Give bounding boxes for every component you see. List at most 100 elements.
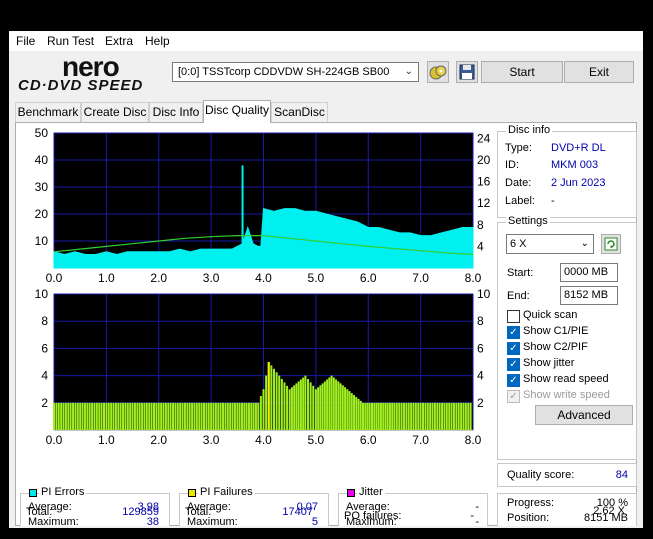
start-field[interactable]: 0000 MB bbox=[560, 263, 618, 282]
menu-bar: File Run Test Extra Help bbox=[9, 31, 643, 51]
quick-scan-checkbox[interactable] bbox=[507, 310, 520, 323]
pie-chart-y-tick: 50 bbox=[35, 126, 49, 140]
tab-disc-info[interactable]: Disc Info bbox=[149, 102, 203, 122]
pie-chart-x-tick: 3.0 bbox=[203, 271, 220, 285]
pie-chart-x-tick: 8.0 bbox=[465, 271, 482, 285]
show-read-speed-checkbox[interactable]: ✓ bbox=[507, 374, 520, 387]
po-failures-label: PO failures: bbox=[344, 510, 402, 522]
pif-chart-x-tick: 2.0 bbox=[150, 433, 167, 447]
start-label: Start: bbox=[507, 267, 534, 279]
quick-scan-label: Quick scan bbox=[523, 309, 578, 321]
position-label: Position: bbox=[507, 512, 550, 524]
pie-chart-y2-tick: 20 bbox=[477, 153, 491, 167]
end-field[interactable]: 8152 MB bbox=[560, 286, 618, 305]
pif-chart-x-tick: 4.0 bbox=[255, 433, 272, 447]
show-c2-pif-checkbox[interactable]: ✓ bbox=[507, 342, 520, 355]
speed-select[interactable]: 6 X ⌄ bbox=[506, 234, 594, 254]
chevron-down-icon: ⌄ bbox=[404, 66, 413, 77]
disc-label-label: Label: bbox=[505, 195, 535, 207]
settings-group: Settings 6 X ⌄ Start: 0000 MB End: 8152 … bbox=[497, 215, 637, 460]
pi-errors-total-label: Total: bbox=[26, 506, 53, 518]
disc-quality-panel: 0.0 1.0 2.0 3.0 4.0 5.0 6.0 7.0 8.0 10 20 30 40 50 4 8 1… bbox=[15, 122, 637, 539]
pie-chart-y-tick: 40 bbox=[35, 153, 49, 167]
tab-disc-quality[interactable]: Disc Quality bbox=[203, 100, 271, 123]
disc-type-value: DVD+R DL bbox=[551, 142, 606, 154]
quality-score-group: Quality score: 84 bbox=[497, 463, 637, 487]
speed-label: Speed: bbox=[506, 527, 541, 539]
menu-help[interactable]: Help bbox=[145, 34, 170, 48]
chevron-down-icon: ⌄ bbox=[580, 238, 589, 249]
jitter-legend-swatch bbox=[347, 489, 355, 497]
show-jitter-checkbox[interactable]: ✓ bbox=[507, 358, 520, 371]
menu-run-test[interactable]: Run Test bbox=[47, 34, 94, 48]
pif-chart-x-tick: 0.0 bbox=[46, 433, 63, 447]
drive-select[interactable]: [0:0] TSSTcorp CDDVDW SH-224GB SB00 ⌄ bbox=[172, 62, 419, 82]
disc-info-group: Disc info Type: DVD+R DL ID: MKM 003 Dat… bbox=[497, 124, 637, 218]
end-label: End: bbox=[507, 290, 530, 302]
quality-score-value: 84 bbox=[615, 469, 628, 481]
show-c1-pie-checkbox[interactable]: ✓ bbox=[507, 326, 520, 339]
pi-errors-total-value: 129859 bbox=[122, 506, 159, 518]
start-button[interactable]: Start bbox=[481, 61, 563, 83]
pie-chart-x-tick: 0.0 bbox=[46, 271, 63, 285]
show-c2-pif-label: Show C2/PIF bbox=[523, 341, 588, 353]
disc-date-label: Date: bbox=[505, 177, 532, 189]
eject-disc-button[interactable] bbox=[427, 61, 449, 83]
jitter-maximum-value: - bbox=[475, 516, 479, 528]
jitter-average-value: - bbox=[475, 501, 479, 513]
pif-chart-y2-tick: 2 bbox=[477, 396, 484, 410]
show-read-speed-label: Show read speed bbox=[523, 373, 609, 385]
refresh-button[interactable] bbox=[601, 234, 621, 254]
pi-failures-total-value: 17407 bbox=[282, 506, 313, 518]
pie-chart-y2-tick: 12 bbox=[477, 196, 491, 210]
pie-chart-x-tick: 7.0 bbox=[412, 271, 429, 285]
app-window: File Run Test Extra Help nero CD·DVD SPE… bbox=[9, 31, 643, 539]
pif-chart-x-tick: 1.0 bbox=[98, 433, 115, 447]
pie-chart-y-tick: 20 bbox=[35, 207, 49, 221]
tab-benchmark[interactable]: Benchmark bbox=[15, 102, 81, 122]
pif-chart-x-tick: 7.0 bbox=[412, 433, 429, 447]
tab-strip: Benchmark Create Disc Disc Info Disc Qua… bbox=[15, 100, 635, 124]
pif-chart-x-tick: 5.0 bbox=[308, 433, 325, 447]
advanced-button[interactable]: Advanced bbox=[535, 405, 633, 425]
save-button[interactable] bbox=[456, 61, 478, 83]
pie-chart-y-tick: 30 bbox=[35, 180, 49, 194]
pif-chart-x-tick: 3.0 bbox=[203, 433, 220, 447]
speed-value: 2.62 X bbox=[593, 505, 625, 517]
show-write-speed-label: Show write speed bbox=[523, 389, 610, 401]
pif-chart-y-tick: 4 bbox=[41, 369, 48, 383]
pie-chart-x-tick: 6.0 bbox=[360, 271, 377, 285]
disc-type-label: Type: bbox=[505, 142, 532, 154]
exit-button[interactable]: Exit bbox=[564, 61, 634, 83]
pie-chart-x-tick: 1.0 bbox=[98, 271, 115, 285]
pif-chart-y-tick: 2 bbox=[41, 396, 48, 410]
pif-chart-y2-tick: 10 bbox=[477, 287, 491, 301]
tab-create-disc[interactable]: Create Disc bbox=[81, 102, 149, 122]
pif-chart-y-tick: 10 bbox=[35, 287, 49, 301]
show-write-speed-checkbox: ✓ bbox=[507, 390, 520, 403]
disc-date-value: 2 Jun 2023 bbox=[551, 177, 606, 189]
pie-chart-y-tick: 10 bbox=[35, 234, 49, 248]
pif-chart-y-tick: 8 bbox=[41, 314, 48, 328]
menu-file[interactable]: File bbox=[16, 34, 35, 48]
menu-extra[interactable]: Extra bbox=[105, 34, 133, 48]
save-icon bbox=[459, 64, 475, 80]
disc-label-value: - bbox=[551, 195, 555, 207]
show-jitter-label: Show jitter bbox=[523, 357, 575, 369]
nero-logo: nero CD·DVD SPEED bbox=[18, 51, 144, 95]
charts-area: 0.0 1.0 2.0 3.0 4.0 5.0 6.0 7.0 8.0 10 20 30 40 50 4 8 1… bbox=[35, 126, 491, 447]
pif-chart-y-tick: 6 bbox=[41, 341, 48, 355]
pif-chart-x-tick: 6.0 bbox=[360, 433, 377, 447]
po-failures-value: - bbox=[470, 510, 474, 522]
pie-chart-y2-tick: 8 bbox=[477, 218, 484, 232]
pif-chart-y2-tick: 6 bbox=[477, 341, 484, 355]
pif-chart-x-tick: 8.0 bbox=[465, 433, 482, 447]
disc-id-label: ID: bbox=[505, 159, 520, 171]
refresh-icon bbox=[604, 237, 618, 251]
pie-chart-y2-tick: 24 bbox=[477, 131, 491, 145]
progress-label: Progress: bbox=[507, 497, 555, 509]
tab-scandisc[interactable]: ScanDisc bbox=[271, 102, 328, 122]
pie-chart-x-tick: 5.0 bbox=[308, 271, 325, 285]
quality-score-label: Quality score: bbox=[507, 469, 575, 481]
pi-failures-total-label: Total: bbox=[185, 506, 212, 518]
